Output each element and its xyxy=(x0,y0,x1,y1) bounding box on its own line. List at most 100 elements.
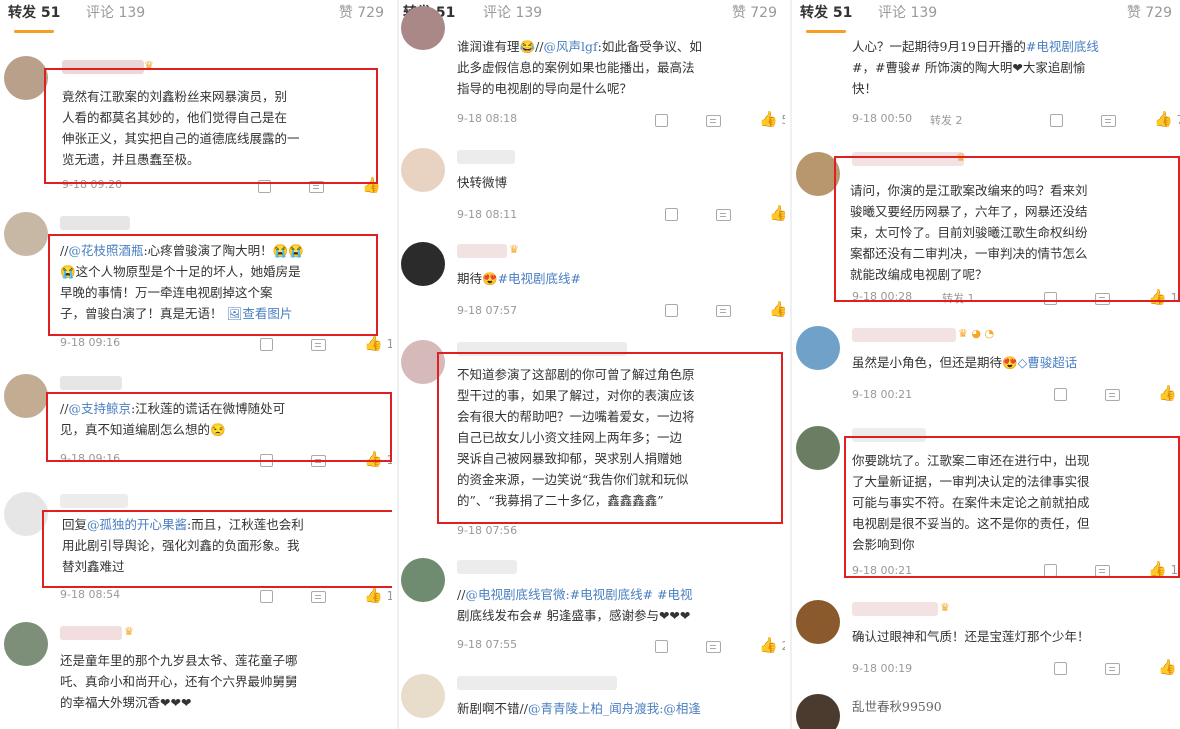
tab-repost[interactable]: 转发 51 xyxy=(800,2,852,22)
username[interactable]: 乱世春秋99590 xyxy=(852,696,942,717)
tab-like[interactable]: 赞 729 xyxy=(732,2,777,22)
comment-actions: 👍 2 xyxy=(655,636,785,654)
like-icon[interactable]: 👍 xyxy=(759,636,778,654)
share-icon[interactable] xyxy=(1054,388,1067,401)
username-blurred[interactable] xyxy=(457,676,617,690)
like-count: 7 xyxy=(1177,113,1180,127)
comment-text: //@电视剧底线官微:#电视剧底线# #电视 剧底线发布会# 躬逢盛事，感谢参与… xyxy=(457,587,693,623)
tab-bar: 转发 51 评论 139 赞 729 xyxy=(0,0,392,34)
username-blurred[interactable] xyxy=(60,494,128,508)
comment-icon[interactable] xyxy=(311,590,326,603)
comment-time: 9-18 07:56 xyxy=(457,524,518,537)
comment-text: 人心？一起期待9月19日开播的#电视剧底线 #，#曹骏# 所饰演的陶大明❤大家追… xyxy=(852,39,1099,96)
crown-icon: ♛ xyxy=(124,625,134,638)
share-icon[interactable] xyxy=(1050,114,1063,127)
tab-bar: 转发 51 评论 139 赞 729 xyxy=(792,0,1180,34)
mention-link[interactable]: @风声lgf xyxy=(544,39,598,54)
comment-text: 新剧啊不错//@青青陵上柏_闻舟渡我:@相逢 xyxy=(457,701,701,716)
like-icon[interactable]: 👍 xyxy=(769,300,785,318)
like-icon[interactable]: 👍 xyxy=(769,204,785,222)
comment-actions: 👍 xyxy=(665,204,785,222)
tab-like[interactable]: 赞 729 xyxy=(339,2,384,22)
comment-icon[interactable] xyxy=(706,640,721,653)
avatar[interactable] xyxy=(401,242,445,286)
tab-comment[interactable]: 评论 139 xyxy=(483,2,542,22)
comment-text: 期待😍#电视剧底线# xyxy=(457,271,582,286)
comment-column-2: 转发 51 评论 139 赞 729 谁润谁有理😂//@风声lgf:如此备受争议… xyxy=(397,0,785,729)
comment-icon[interactable] xyxy=(311,338,326,351)
avatar[interactable] xyxy=(796,600,840,644)
username-blurred[interactable] xyxy=(852,328,956,342)
comment-icon[interactable] xyxy=(706,114,721,127)
avatar[interactable] xyxy=(4,212,48,256)
share-icon[interactable] xyxy=(260,338,273,351)
comment-actions: 👍 1 xyxy=(260,586,392,604)
crown-icon: ♛ xyxy=(509,243,519,256)
avatar[interactable] xyxy=(796,326,840,370)
avatar[interactable] xyxy=(4,374,48,418)
comment-time: 9-18 07:55 xyxy=(457,638,518,651)
avatar[interactable] xyxy=(4,622,48,666)
avatar[interactable] xyxy=(401,558,445,602)
tab-comment[interactable]: 评论 139 xyxy=(86,2,145,22)
like-icon[interactable]: 👍 xyxy=(1158,384,1177,402)
comment-icon[interactable] xyxy=(716,304,731,317)
username-blurred[interactable] xyxy=(457,244,507,258)
share-icon[interactable] xyxy=(655,114,668,127)
avatar[interactable] xyxy=(4,56,48,100)
mention-link[interactable]: @青青陵上柏_闻舟渡我 xyxy=(528,701,659,716)
like-icon[interactable]: 👍 xyxy=(1154,110,1173,128)
like-icon[interactable]: 👍 xyxy=(364,334,383,352)
username-blurred[interactable] xyxy=(457,150,515,164)
avatar[interactable] xyxy=(401,674,445,718)
comment-icon[interactable] xyxy=(1105,662,1120,675)
comment-time: 9-18 08:54 xyxy=(60,588,121,601)
comment-actions: 👍 xyxy=(1054,384,1177,402)
crown-icon: ♛ xyxy=(940,601,950,614)
tab-active-indicator xyxy=(14,30,54,33)
tab-repost[interactable]: 转发 51 xyxy=(8,2,60,22)
share-icon[interactable] xyxy=(1054,662,1067,675)
username-blurred[interactable] xyxy=(60,216,130,230)
like-count: 1 xyxy=(386,589,392,603)
avatar[interactable] xyxy=(401,6,445,50)
mention-link[interactable]: @电视剧底线官微 xyxy=(465,587,565,602)
highlight-box xyxy=(437,352,783,524)
highlight-box xyxy=(834,156,1180,302)
like-icon[interactable]: 👍 xyxy=(364,586,383,604)
username-blurred[interactable] xyxy=(852,602,938,616)
avatar[interactable] xyxy=(796,426,840,470)
share-icon[interactable] xyxy=(655,640,668,653)
like-count: 1 xyxy=(386,337,392,351)
share-icon[interactable] xyxy=(260,590,273,603)
comment-text: 谁润谁有理😂//@风声lgf:如此备受争议、如 此多虚假信息的案例如果也能播出，… xyxy=(457,39,702,96)
comment-time: 9-18 00:19 xyxy=(852,662,913,675)
topic-tag[interactable]: #电视剧底线# xyxy=(498,271,581,286)
avatar[interactable] xyxy=(796,694,840,729)
comment-actions: 👍 xyxy=(1054,658,1177,676)
comment-time: 9-18 09:16 xyxy=(60,336,121,349)
tab-like[interactable]: 赞 729 xyxy=(1127,2,1172,22)
comment-icon[interactable] xyxy=(716,208,731,221)
comment-text: 还是童年里的那个九岁县太爷、莲花童子哪 吒、真命小和尚开心，还有个六界最帅舅舅 … xyxy=(60,653,298,710)
comment-actions: 👍 1 xyxy=(260,334,392,352)
avatar[interactable] xyxy=(401,148,445,192)
like-icon[interactable]: 👍 xyxy=(759,110,778,128)
like-icon[interactable]: 👍 xyxy=(1158,658,1177,676)
comment-actions: 👍 xyxy=(665,300,785,318)
username-blurred[interactable] xyxy=(60,626,122,640)
comment-time: 9-18 08:11 xyxy=(457,208,518,221)
tab-comment[interactable]: 评论 139 xyxy=(878,2,937,22)
topic-tag[interactable]: #电视剧底线 xyxy=(1026,39,1099,54)
username-blurred[interactable] xyxy=(60,376,122,390)
share-icon[interactable] xyxy=(665,304,678,317)
share-icon[interactable] xyxy=(665,208,678,221)
super-topic-link[interactable]: ◇曹骏超话 xyxy=(1018,355,1078,370)
comment-column-3: 转发 51 评论 139 赞 729 人心？一起期待9月19日开播的#电视剧底线… xyxy=(790,0,1180,729)
repost-count[interactable]: 转发 2 xyxy=(930,112,963,128)
like-count: 5 xyxy=(782,113,785,127)
username-blurred[interactable] xyxy=(457,560,517,574)
comment-icon[interactable] xyxy=(1101,114,1116,127)
comment-icon[interactable] xyxy=(1105,388,1120,401)
comment-text: 虽然是小角色，但还是期待😍◇曹骏超话 xyxy=(852,355,1078,370)
